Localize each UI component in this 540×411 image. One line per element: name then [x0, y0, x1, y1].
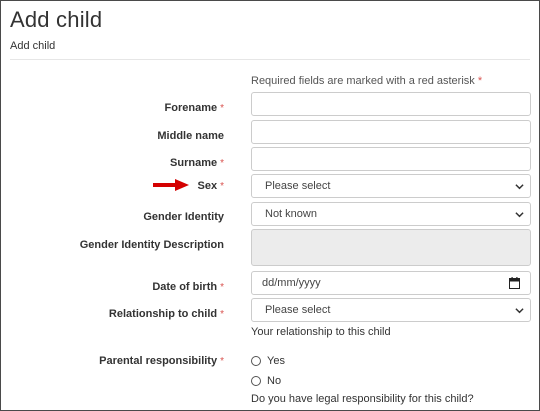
date-of-birth-label: Date of birth * — [152, 281, 224, 293]
red-arrow-icon — [153, 179, 189, 191]
radio-button-no[interactable] — [251, 376, 261, 386]
sex-select-value: Please select — [265, 180, 331, 192]
date-of-birth-label-text: Date of birth — [152, 281, 218, 293]
required-star: * — [220, 356, 224, 367]
required-note-text: Required fields are marked with a red as… — [251, 75, 475, 87]
calendar-icon[interactable] — [509, 277, 520, 289]
required-star: * — [220, 103, 224, 114]
gender-identity-label: Gender Identity — [143, 211, 224, 223]
sex-label: Sex * — [198, 180, 224, 192]
sex-select[interactable]: Please select — [251, 174, 531, 198]
surname-label: Surname * — [170, 157, 224, 169]
header-divider — [10, 59, 530, 60]
gender-identity-description-field — [251, 229, 531, 266]
page-subtitle: Add child — [10, 40, 56, 52]
relationship-label-text: Relationship to child — [108, 308, 218, 320]
relationship-help-text: Your relationship to this child — [251, 326, 391, 338]
radio-option-no[interactable]: No — [251, 375, 281, 387]
chevron-down-icon — [515, 308, 524, 314]
required-star: * — [220, 181, 224, 192]
required-star: * — [220, 282, 224, 293]
gender-identity-label-text: Gender Identity — [143, 211, 224, 223]
required-star: * — [220, 309, 224, 320]
middle-name-input[interactable] — [251, 120, 531, 144]
forename-input[interactable] — [251, 92, 531, 116]
forename-label-text: Forename — [164, 102, 218, 114]
chevron-down-icon — [515, 184, 524, 190]
date-of-birth-input[interactable]: dd/mm/yyyy — [251, 271, 531, 295]
date-of-birth-placeholder: dd/mm/yyyy — [262, 277, 321, 289]
gender-identity-description-label: Gender Identity Description — [80, 239, 224, 251]
required-star: * — [477, 75, 483, 87]
radio-button-yes[interactable] — [251, 356, 261, 366]
required-fields-note: Required fields are marked with a red as… — [251, 75, 482, 87]
gender-identity-select[interactable]: Not known — [251, 202, 531, 226]
relationship-select[interactable]: Please select — [251, 298, 531, 322]
chevron-down-icon — [515, 212, 524, 218]
gender-identity-select-value: Not known — [265, 208, 317, 220]
gender-identity-description-label-text: Gender Identity Description — [79, 239, 224, 251]
radio-label-yes: Yes — [267, 355, 285, 367]
relationship-label: Relationship to child * — [109, 308, 224, 320]
relationship-select-value: Please select — [265, 304, 331, 316]
parental-responsibility-label-text: Parental responsibility — [99, 355, 218, 367]
required-star: * — [220, 158, 224, 169]
radio-option-yes[interactable]: Yes — [251, 355, 285, 367]
surname-label-text: Surname — [170, 157, 218, 169]
middle-name-label-text: Middle name — [157, 130, 224, 142]
radio-label-no: No — [267, 375, 282, 387]
page-title: Add child — [10, 7, 103, 32]
form-window: Add child Add child Required fields are … — [0, 0, 540, 411]
parental-responsibility-help-text: Do you have legal responsibility for thi… — [251, 393, 474, 405]
parental-responsibility-label: Parental responsibility * — [99, 355, 224, 367]
middle-name-label: Middle name — [157, 130, 224, 142]
surname-input[interactable] — [251, 147, 531, 171]
sex-label-text: Sex — [197, 180, 218, 192]
forename-label: Forename * — [165, 102, 224, 114]
